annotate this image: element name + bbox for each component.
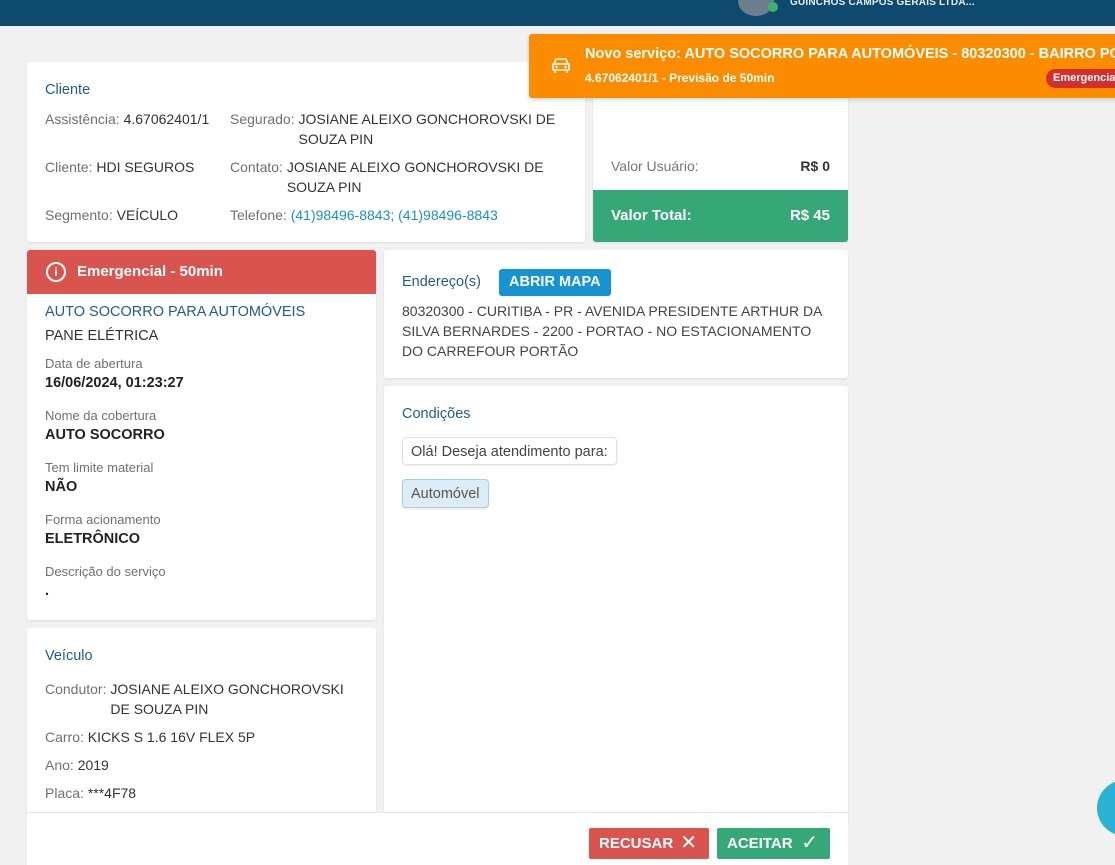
valor-total-value: R$ 45: [789, 207, 830, 224]
service-name: AUTO SOCORRO PARA AUTOMÓVEIS: [45, 304, 306, 320]
emergencial-badge: Emergencial: [1046, 69, 1115, 88]
emergencial-banner: i Emergencial - 50min: [27, 250, 376, 294]
segurado-field: Segurado: JOSIANE ALEIXO GONCHOROVSKI DE…: [230, 111, 556, 147]
condicoes-answer: Automóvel: [402, 479, 489, 508]
nome-cobertura: Nome da cobertura AUTO SOCORRO: [45, 408, 165, 443]
assistencia-field: Assistência: 4.67062401/1: [45, 111, 210, 127]
action-footer: RECUSAR ✕ ACEITAR ✓: [27, 812, 848, 865]
condicoes-card: Condições Olá! Deseja atendimento para: …: [384, 386, 848, 826]
aceitar-button[interactable]: ACEITAR ✓: [717, 828, 830, 859]
carro-value: KICKS S 1.6 16V FLEX 5P: [87, 729, 256, 745]
recusar-label: RECUSAR: [599, 835, 674, 852]
address-text: 80320300 - CURITIBA - PR - AVENIDA PRESI…: [402, 303, 822, 359]
condicoes-question: Olá! Deseja atendimento para:: [402, 437, 617, 465]
veiculo-title: Veículo: [45, 648, 93, 664]
cliente-title: Cliente: [45, 82, 91, 98]
emergencial-text: Emergencial - 50min: [77, 263, 223, 280]
ano-value: 2019: [77, 757, 109, 773]
cliente-card: Cliente Assistência: 4.67062401/1 Segura…: [27, 62, 585, 242]
chat-launcher-button[interactable]: [1097, 780, 1115, 836]
valor-usuario-value: R$ 0: [800, 158, 830, 174]
assistencia-value: 4.67062401/1: [123, 111, 210, 127]
servico-card: i Emergencial - 50min AUTO SOCORRO PARA …: [27, 250, 376, 620]
condicoes-title: Condições: [402, 406, 471, 422]
top-bar: GUINCHOS CAMPOS GERAIS LTDA...: [0, 0, 1115, 26]
segmento-value: VEÍCULO: [116, 207, 179, 223]
recusar-button[interactable]: RECUSAR ✕: [589, 828, 709, 859]
notification-subtitle: 4.67062401/1 - Previsão de 50min: [585, 71, 775, 85]
valor-total-bar: Valor Total: R$ 45: [593, 190, 848, 242]
aceitar-label: ACEITAR: [727, 835, 793, 852]
veiculo-card: Veículo Condutor: JOSIANE ALEIXO GONCHOR…: [27, 628, 376, 818]
segurado-value: JOSIANE ALEIXO GONCHOROVSKI DE SOUZA PIN: [298, 111, 556, 147]
close-icon: ✕: [680, 832, 697, 854]
contato-field: Contato: JOSIANE ALEIXO GONCHOROVSKI DE S…: [230, 159, 544, 195]
valor-total-label: Valor Total:: [611, 207, 692, 224]
ano-field: Ano: 2019: [45, 757, 109, 773]
descricao-servico: Descrição do serviço .: [45, 564, 166, 599]
carro-field: Carro: KICKS S 1.6 16V FLEX 5P: [45, 729, 256, 745]
forma-acionamento: Forma acionamento ELETRÔNICO: [45, 512, 161, 547]
condutor-value: JOSIANE ALEIXO GONCHOROVSKI DE SOUZA PIN: [110, 681, 344, 717]
valor-usuario-label: Valor Usuário:: [611, 158, 699, 174]
segmento-field: Segmento: VEÍCULO: [45, 207, 179, 223]
info-icon: i: [46, 262, 66, 282]
car-icon: [552, 58, 570, 73]
contato-value: JOSIANE ALEIXO GONCHOROVSKI DE SOUZA PIN: [286, 159, 544, 195]
placa-value: ***4F78: [87, 785, 137, 801]
limite-material: Tem limite material NÃO: [45, 460, 154, 495]
data-abertura: Data de abertura 16/06/2024, 01:23:27: [45, 356, 184, 391]
abrir-mapa-button[interactable]: ABRIR MAPA: [499, 269, 611, 296]
endereco-card: Endereço(s) ABRIR MAPA 80320300 - CURITI…: [384, 250, 848, 378]
online-status-dot: [768, 2, 778, 12]
company-name: GUINCHOS CAMPOS GERAIS LTDA...: [790, 0, 975, 8]
endereco-title: Endereço(s): [402, 274, 481, 290]
cliente-value: HDI SEGUROS: [96, 159, 195, 175]
check-icon: ✓: [801, 832, 818, 854]
telefone-link[interactable]: (41)98496-8843; (41)98496-8843: [291, 207, 498, 223]
cliente-field: Cliente: HDI SEGUROS: [45, 159, 195, 175]
telefone-field: Telefone: (41)98496-8843; (41)98496-8843: [230, 207, 498, 223]
placa-field: Placa: ***4F78: [45, 785, 137, 801]
new-service-notification[interactable]: Novo serviço: AUTO SOCORRO PARA AUTOMÓVE…: [529, 34, 1115, 98]
notification-title: Novo serviço: AUTO SOCORRO PARA AUTOMÓVE…: [585, 46, 1115, 62]
condutor-field: Condutor: JOSIANE ALEIXO GONCHOROVSKI DE …: [45, 681, 344, 717]
service-type: PANE ELÉTRICA: [45, 328, 159, 344]
